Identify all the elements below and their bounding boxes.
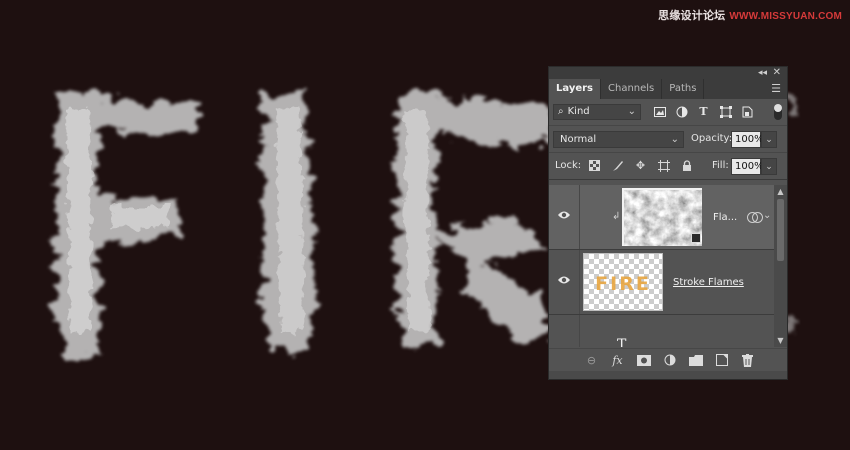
layer-thumbnail-flames[interactable]: [622, 188, 702, 246]
smoke-letter-i-highlight: [276, 108, 304, 332]
add-mask-icon[interactable]: [635, 352, 652, 368]
panel-tabs: Layers Channels Paths ☰: [549, 79, 787, 99]
lock-image-pixels-icon[interactable]: [610, 158, 625, 173]
image-filter-icon[interactable]: [652, 104, 667, 119]
panel-menu-icon[interactable]: ☰: [771, 83, 781, 94]
scrollbar-thumb[interactable]: [777, 199, 784, 261]
chevron-down-icon: ⌄: [670, 134, 679, 145]
layer-row-stroke-flames[interactable]: FIRE Stroke Flames: [549, 250, 775, 315]
scroll-up-icon[interactable]: ▲: [774, 187, 787, 196]
shape-filter-icon[interactable]: [718, 104, 733, 119]
link-layers-icon[interactable]: ⊖: [583, 352, 600, 368]
watermark: 思缘设计论坛 WWW.MISSYUAN.COM: [658, 7, 842, 23]
lock-label: Lock:: [555, 160, 582, 171]
adjustment-layer-icon[interactable]: [661, 352, 678, 368]
bottom-icons: ⊖ fx: [583, 352, 756, 368]
eye-column-divider: [579, 315, 580, 347]
panel-resize-grip[interactable]: [549, 371, 787, 379]
lock-position-icon[interactable]: ✥: [633, 158, 648, 173]
type-layer-icon: T: [617, 337, 627, 347]
fill-dropdown-icon[interactable]: ⌄: [761, 158, 777, 175]
layer-name-flames[interactable]: Fla...: [713, 212, 737, 223]
new-layer-icon[interactable]: [713, 352, 730, 368]
smart-object-badge-icon: [691, 233, 701, 243]
layers-list: ↲ Fla... ⌄ FIRE Stroke Flames T: [549, 185, 775, 347]
smoke-letter-r-highlight: [404, 110, 430, 332]
blend-row: Normal ⌄ Opacity: 100% ⌄: [549, 126, 787, 153]
lock-artboard-icon[interactable]: [656, 158, 671, 173]
lock-row: Lock: ✥ Fill: 100% ⌄: [549, 153, 787, 180]
lock-all-icon[interactable]: [679, 158, 694, 173]
type-filter-icon[interactable]: T: [696, 104, 711, 119]
blend-mode-value: Normal: [560, 134, 597, 145]
visibility-eye-icon[interactable]: [557, 209, 571, 221]
watermark-text: 思缘设计论坛: [658, 10, 726, 22]
filter-kind-select[interactable]: ⌕ Kind ⌄: [553, 104, 641, 120]
layer-row-type[interactable]: T: [549, 315, 775, 347]
layer-name-stroke-flames[interactable]: Stroke Flames: [673, 277, 744, 288]
fill-label: Fill:: [712, 160, 729, 171]
chevron-down-icon: ⌄: [627, 106, 636, 117]
smart-object-filter-icon[interactable]: [740, 104, 755, 119]
expand-effects-chevron-icon[interactable]: ⌄: [763, 210, 771, 221]
fx-icon[interactable]: fx: [609, 352, 626, 368]
scroll-down-icon[interactable]: ▼: [774, 336, 787, 345]
layers-panel: ◂◂ ✕ Layers Channels Paths ☰ ⌕Kind ⌄ T: [548, 66, 788, 380]
blend-mode-select[interactable]: Normal ⌄: [553, 131, 684, 148]
filter-icons: T: [652, 104, 755, 119]
filter-row: ⌕ Kind ⌄ T: [549, 99, 787, 126]
collapse-panel-icon[interactable]: ◂◂: [758, 67, 767, 79]
opacity-label: Opacity:: [691, 133, 733, 144]
filter-kind-label: Kind: [567, 106, 590, 117]
visibility-eye-icon[interactable]: [557, 274, 571, 286]
lock-transparent-pixels-icon[interactable]: [587, 158, 602, 173]
eye-column-divider: [579, 250, 580, 314]
layers-scrollbar[interactable]: ▲ ▼: [774, 185, 787, 347]
panel-title-bar[interactable]: ◂◂ ✕: [549, 67, 787, 79]
opacity-input[interactable]: 100%: [731, 131, 764, 148]
tab-channels[interactable]: Channels: [601, 79, 663, 99]
opacity-dropdown-icon[interactable]: ⌄: [761, 131, 777, 148]
eye-column-divider: [579, 185, 580, 249]
thumb-text: FIRE: [595, 273, 651, 295]
layer-effects-icon-overlap: [752, 212, 763, 223]
search-icon: ⌕: [558, 106, 564, 117]
layer-row-flames[interactable]: ↲ Fla... ⌄: [549, 185, 775, 250]
tab-layers[interactable]: Layers: [549, 79, 601, 99]
watermark-site: WWW.MISSYUAN.COM: [729, 11, 842, 22]
tab-paths[interactable]: Paths: [662, 79, 705, 99]
delete-layer-icon[interactable]: [739, 352, 756, 368]
panel-bottom-toolbar: ⊖ fx: [549, 348, 787, 371]
group-folder-icon[interactable]: [687, 352, 704, 368]
filter-toggle[interactable]: [774, 104, 782, 120]
fill-input[interactable]: 100%: [731, 158, 764, 175]
lock-icons: ✥: [587, 158, 694, 173]
adjustment-filter-icon[interactable]: [674, 104, 689, 119]
layer-thumbnail-stroke-flames[interactable]: FIRE: [583, 253, 663, 311]
close-panel-icon[interactable]: ✕: [773, 67, 781, 79]
clipping-arrow-icon: ↲: [612, 211, 621, 222]
